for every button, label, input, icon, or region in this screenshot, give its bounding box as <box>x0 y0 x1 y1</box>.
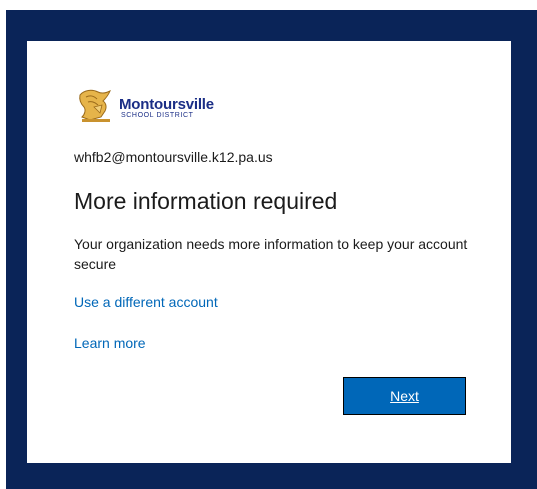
learn-more-link[interactable]: Learn more <box>74 335 146 351</box>
info-description: Your organization needs more information… <box>74 236 468 272</box>
page-title: More information required <box>74 188 338 214</box>
sign-in-card: Montoursville SCHOOL DISTRICT whfb2@mont… <box>27 41 511 463</box>
account-email: whfb2@montoursville.k12.pa.us <box>74 149 273 165</box>
organization-logo: Montoursville SCHOOL DISTRICT <box>76 89 214 123</box>
use-different-account-link[interactable]: Use a different account <box>74 294 218 310</box>
logo-subtitle: SCHOOL DISTRICT <box>121 111 194 119</box>
logo-name: Montoursville <box>119 95 214 113</box>
warrior-head-icon <box>79 89 111 122</box>
next-button[interactable]: Next <box>343 377 466 415</box>
